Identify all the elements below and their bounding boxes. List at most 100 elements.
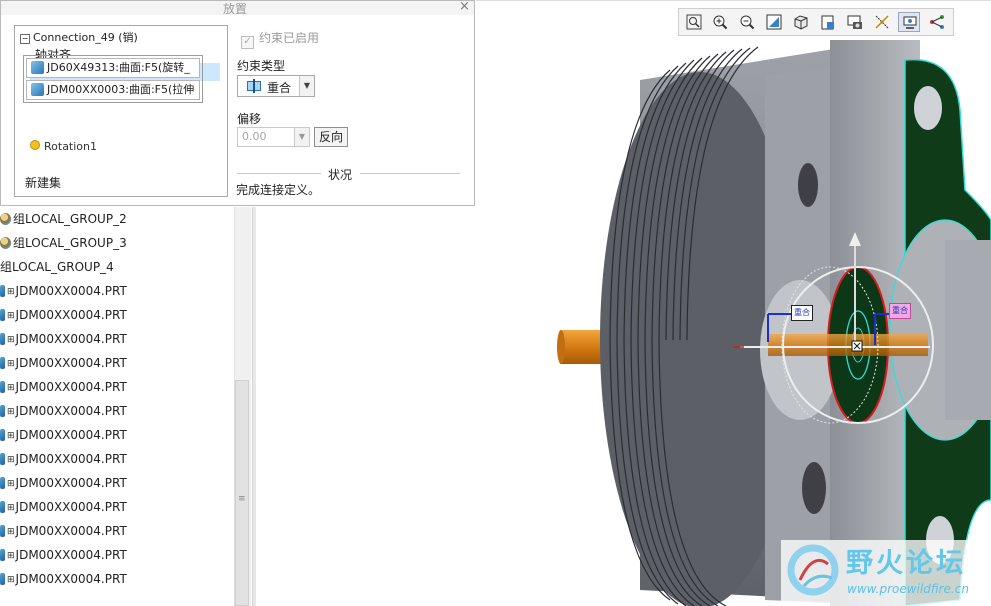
pin-end <box>557 330 565 364</box>
zoom-out-icon[interactable] <box>736 12 758 32</box>
tree-item-part[interactable]: ⊞JDM00XX0004.PRT <box>0 519 127 543</box>
part-icon <box>0 525 5 537</box>
constraint-tag-left[interactable]: 重合 <box>791 305 813 321</box>
constraint-enabled-label: 约束已启用 <box>259 31 320 45</box>
tree-item-part[interactable]: ⊞JDM00XX0004.PRT <box>0 471 127 495</box>
annotation-display-icon[interactable] <box>926 12 948 32</box>
part-link-icon: ⊞ <box>7 527 15 537</box>
constraint-enabled-checkbox[interactable]: ✓ 约束已启用 <box>241 29 319 49</box>
bolt-hole-bottom <box>802 462 826 514</box>
tree-item-label: JDM00XX0004.PRT <box>15 476 127 490</box>
spin-center-icon[interactable] <box>898 12 920 32</box>
part-icon <box>0 549 5 561</box>
part-link-icon: ⊞ <box>7 383 15 393</box>
offset-value: 0.00 <box>242 130 267 143</box>
watermark-title: 野火论坛 <box>846 548 966 579</box>
tree-item-part[interactable]: ⊞JDM00XX0004.PRT <box>0 375 127 399</box>
group-icon <box>0 213 11 225</box>
connection-tree: −Connection_49 (销) 轴对齐 ➜平移 Rotation1 新建集 <box>14 25 228 197</box>
chevron-down-icon: ▼ <box>294 128 309 146</box>
rotation-label: Rotation1 <box>44 140 98 153</box>
flip-button[interactable]: 反向 <box>314 127 348 147</box>
surface-icon <box>31 83 44 96</box>
tree-item-part[interactable]: ⊞JDM00XX0004.PRT <box>0 447 127 471</box>
tree-item-part[interactable]: ⊞JDM00XX0004.PRT <box>0 351 127 375</box>
tree-item-label: JDM00XX0004.PRT <box>15 308 127 322</box>
group-icon <box>0 237 11 249</box>
constraint-type-label: 约束类型 <box>237 59 286 73</box>
tree-item-part[interactable]: ⊞JDM00XX0004.PRT <box>0 279 127 303</box>
surface-icon <box>31 61 44 74</box>
constraint-type-select[interactable]: 重合 ▼ <box>237 75 315 97</box>
tree-item-label: JDM00XX0004.PRT <box>15 524 127 538</box>
refit-icon[interactable] <box>683 12 705 32</box>
part-link-icon: ⊞ <box>7 311 15 321</box>
part-icon <box>0 309 5 321</box>
tree-item-label: JDM00XX0004.PRT <box>15 356 127 370</box>
tree-item-label: JDM00XX0004.PRT <box>15 404 127 418</box>
reference-1[interactable]: JD60X49313:曲面:F5(旋转_ <box>26 58 200 78</box>
checkbox-icon: ✓ <box>241 36 254 49</box>
tree-item-group[interactable]: 组LOCAL_GROUP_2 <box>0 207 127 231</box>
repaint-icon[interactable] <box>763 12 785 32</box>
tree-item-label: JDM00XX0004.PRT <box>15 572 127 586</box>
part-link-icon: ⊞ <box>7 359 15 369</box>
tree-item-label: JDM00XX0004.PRT <box>15 452 127 466</box>
part-icon <box>0 573 5 585</box>
status-divider <box>360 173 460 174</box>
reference-1-label: JD60X49313:曲面:F5(旋转_ <box>47 61 190 74</box>
dialog-title: 放置 <box>223 2 248 16</box>
part-icon <box>0 333 5 345</box>
tree-item-label: 组LOCAL_GROUP_3 <box>13 236 127 250</box>
constraint-tag-right[interactable]: 重合 <box>889 303 911 319</box>
rotation-item[interactable]: Rotation1 <box>30 140 97 153</box>
tree-item-group[interactable]: 组LOCAL_GROUP_4 <box>0 255 114 279</box>
offset-input[interactable]: 0.00 ▼ <box>237 127 310 147</box>
tree-item-part[interactable]: ⊞JDM00XX0004.PRT <box>0 327 127 351</box>
status-text: 完成连接定义。 <box>236 183 321 197</box>
part-link-icon: ⊞ <box>7 407 15 417</box>
viewport-border <box>476 0 991 1</box>
connection-node[interactable]: − Connection_49 (销) <box>20 29 138 45</box>
close-icon[interactable]: × <box>459 0 470 14</box>
part-icon <box>0 429 5 441</box>
part-link-icon: ⊞ <box>7 335 15 345</box>
chevron-down-icon: ▼ <box>299 76 314 96</box>
connection-name: Connection_49 (销) <box>33 31 138 44</box>
part-icon <box>0 405 5 417</box>
saved-views-icon[interactable] <box>817 12 839 32</box>
tree-item-part[interactable]: ⊞JDM00XX0004.PRT <box>0 567 127 591</box>
part-icon <box>0 501 5 513</box>
reference-2[interactable]: JDM00XX0003:曲面:F5(拉伸 <box>26 80 200 100</box>
part-link-icon: ⊞ <box>7 455 15 465</box>
reference-2-label: JDM00XX0003:曲面:F5(拉伸 <box>47 83 195 96</box>
tree-item-part[interactable]: ⊞JDM00XX0004.PRT <box>0 495 127 519</box>
display-style-icon[interactable] <box>790 12 812 32</box>
bolt-hole-top <box>798 163 818 207</box>
part-icon <box>0 381 5 393</box>
status-label: 状况 <box>328 168 353 182</box>
new-set-link[interactable]: 新建集 <box>25 174 61 191</box>
part-icon <box>0 285 5 297</box>
tree-item-part[interactable]: ⊞JDM00XX0004.PRT <box>0 399 127 423</box>
part-link-icon: ⊞ <box>7 503 15 513</box>
tree-item-part[interactable]: ⊞JDM00XX0004.PRT <box>0 303 127 327</box>
datum-display-icon[interactable] <box>871 12 893 32</box>
watermark-logo-icon <box>787 544 839 596</box>
view-manager-icon[interactable] <box>844 12 866 32</box>
part-link-icon: ⊞ <box>7 479 15 489</box>
tree-item-label: JDM00XX0004.PRT <box>15 284 127 298</box>
tree-item-group[interactable]: 组LOCAL_GROUP_3 <box>0 231 127 255</box>
collapse-icon[interactable]: − <box>20 34 30 44</box>
pane-splitter[interactable] <box>252 207 256 606</box>
placement-dialog: 放置 × −Connection_49 (销) 轴对齐 ➜平移 Rotation… <box>0 0 475 206</box>
tree-scroll-thumb[interactable] <box>235 380 249 606</box>
zoom-in-icon[interactable] <box>709 12 731 32</box>
tree-item-part[interactable]: ⊞JDM00XX0004.PRT <box>0 423 127 447</box>
tree-item-part[interactable]: ⊞JDM00XX0004.PRT <box>0 543 127 567</box>
tree-item-label: JDM00XX0004.PRT <box>15 548 127 562</box>
tree-item-label: JDM00XX0004.PRT <box>15 332 127 346</box>
offset-label: 偏移 <box>237 112 262 126</box>
constraint-type-value: 重合 <box>267 81 292 95</box>
part-icon <box>0 477 5 489</box>
